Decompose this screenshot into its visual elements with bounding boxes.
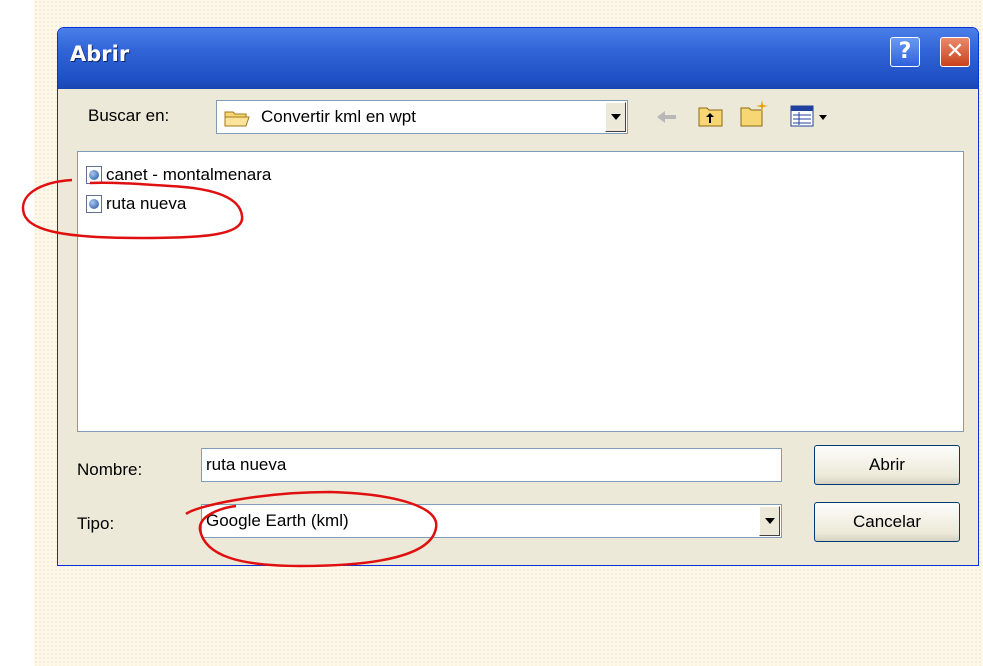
close-button[interactable]: ✕: [940, 37, 970, 67]
open-dialog: Abrir ? ✕ Buscar en: Convertir kml en wp…: [57, 27, 979, 566]
new-folder-icon[interactable]: [740, 98, 770, 128]
kml-file-icon: [86, 166, 102, 184]
lookin-dropdown[interactable]: Convertir kml en wpt: [216, 100, 628, 134]
filetype-label: Tipo:: [77, 514, 115, 533]
file-name: canet - montalmenara: [106, 165, 272, 184]
dialog-title: Abrir: [70, 42, 130, 66]
folder-icon: [224, 111, 250, 127]
chevron-down-icon[interactable]: [759, 506, 780, 536]
lookin-value: Convertir kml en wpt: [261, 107, 416, 126]
view-menu-icon[interactable]: [790, 105, 830, 127]
lookin-label: Buscar en:: [88, 106, 170, 125]
help-icon: ?: [898, 39, 912, 64]
file-list[interactable]: canet - montalmenara ruta nueva: [77, 151, 964, 432]
kml-file-icon: [86, 195, 102, 213]
filename-input[interactable]: ruta nueva: [201, 448, 782, 482]
filetype-dropdown[interactable]: Google Earth (kml): [201, 504, 782, 538]
filename-label: Nombre:: [77, 460, 143, 479]
file-name: ruta nueva: [106, 194, 187, 213]
list-item[interactable]: canet - montalmenara: [86, 163, 271, 187]
help-button[interactable]: ?: [890, 37, 920, 67]
close-icon: ✕: [945, 39, 965, 64]
chevron-down-icon[interactable]: [605, 102, 626, 132]
up-folder-icon[interactable]: [698, 104, 724, 128]
filetype-value: Google Earth (kml): [206, 511, 349, 530]
list-item[interactable]: ruta nueva: [86, 192, 186, 216]
cancel-button[interactable]: Cancelar: [814, 502, 960, 542]
open-button[interactable]: Abrir: [814, 445, 960, 485]
title-bar[interactable]: Abrir ? ✕: [58, 28, 978, 89]
back-arrow-icon[interactable]: [655, 108, 679, 126]
